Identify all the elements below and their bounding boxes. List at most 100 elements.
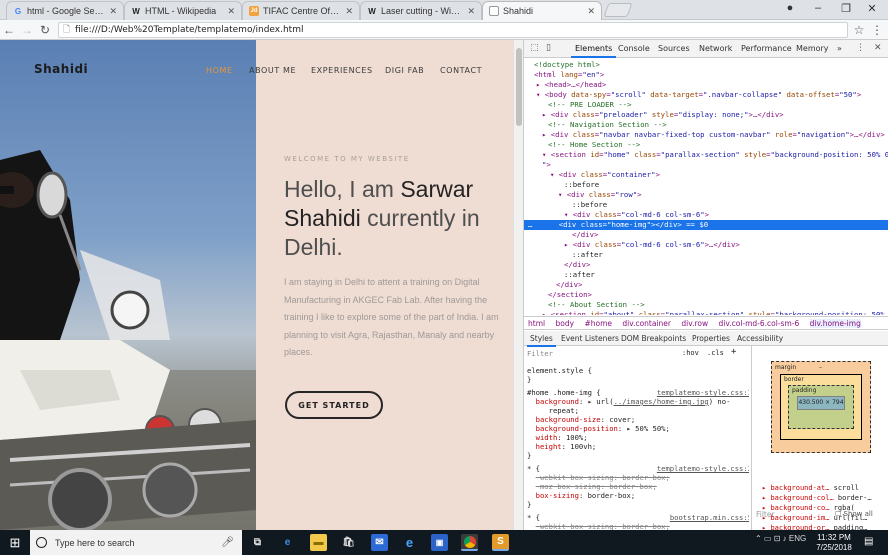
tab-sources[interactable]: Sources (658, 44, 690, 53)
style-rule[interactable]: * { templatemo-style.css:205 (527, 464, 749, 473)
dom-node[interactable]: </section> (524, 290, 888, 300)
dom-node[interactable]: ▾ <div class="col-md-6 col-sm-6"> (524, 210, 888, 220)
style-decl[interactable]: -webkit-box-sizing: border-box; (527, 522, 749, 530)
tab-dom-breakpoints[interactable]: DOM Breakpoints (621, 334, 686, 343)
dom-node[interactable]: <!-- Home Section --> (524, 140, 888, 150)
photos-icon[interactable]: ▣ (431, 534, 448, 551)
crumb-home-img[interactable]: div.home-img (809, 319, 861, 328)
tab-styles[interactable]: Styles (527, 334, 556, 347)
dom-node[interactable]: </div> (524, 230, 888, 240)
computed-property[interactable]: ▸ background-col… border-… (762, 494, 887, 502)
style-decl[interactable]: background-position: ▸ 50% 50%; (527, 424, 749, 433)
crumb-col[interactable]: div.col-md-6.col-sm-6 (719, 319, 800, 328)
dom-node[interactable]: ▸ <div class="col-md-6 col-sm-6">…</div> (524, 240, 888, 250)
edge-icon[interactable]: e (279, 534, 296, 551)
computed-property[interactable]: ▸ background-at… scroll (762, 484, 887, 492)
dom-node[interactable]: ::after (524, 270, 888, 280)
internet-explorer-icon[interactable]: e (401, 534, 418, 551)
menu-dots-icon[interactable]: ⋮ (868, 23, 886, 37)
task-view-icon[interactable]: ⧉ (249, 534, 266, 551)
site-brand[interactable]: Shahidi (34, 62, 88, 76)
close-tab-icon[interactable]: ✕ (345, 6, 353, 17)
dom-node[interactable]: <html lang="en"> (524, 70, 888, 80)
nav-home[interactable]: HOME (206, 66, 233, 75)
hov-toggle[interactable]: :hov (682, 349, 699, 357)
style-decl[interactable]: -moz-box-sizing: border-box; (527, 482, 749, 491)
add-rule-icon[interactable]: + (731, 347, 736, 357)
bookmark-star-icon[interactable]: ☆ (850, 23, 868, 37)
dom-node[interactable]: <!-- About Section --> (524, 300, 888, 310)
crumb-row[interactable]: div.row (681, 319, 708, 328)
dom-node[interactable]: ::after (524, 250, 888, 260)
crumb-container[interactable]: div.container (622, 319, 671, 328)
nav-contact[interactable]: CONTACT (440, 66, 482, 75)
nav-about-me[interactable]: ABOUT ME (249, 66, 296, 75)
dom-node[interactable]: ▾ <div class="row"> (524, 190, 888, 200)
windows-start-icon[interactable]: ⊞ (0, 530, 30, 555)
box-model-content[interactable]: 430.500 × 794 (797, 396, 845, 410)
browser-tab-html-wikipedia[interactable]: W HTML - Wikipedia ✕ (124, 1, 242, 20)
dom-node[interactable]: <!-- Navigation Section --> (524, 120, 888, 130)
style-rule[interactable]: element.style { (527, 366, 749, 375)
style-rule[interactable]: #home .home-img { templatemo-style.css:3… (527, 388, 749, 397)
crumb-body[interactable]: body (555, 319, 574, 328)
dom-node[interactable]: ▾ <body data-spy="scroll" data-target=".… (524, 90, 888, 100)
system-tray[interactable]: ⌃ ▭ ⊡ ♪ ENG (755, 534, 806, 543)
dom-node[interactable]: ▸ <head>…</head> (524, 80, 888, 90)
dom-node[interactable]: ▸ <div class="navbar navbar-fixed-top cu… (524, 130, 888, 140)
computed-property[interactable]: ▸ background-co… rgba( (762, 504, 887, 512)
browser-tab-google[interactable]: G html - Google Search ✕ (6, 1, 124, 20)
dom-node[interactable]: ▾ <div class="container"> (524, 170, 888, 180)
forward-icon[interactable]: → (18, 23, 36, 37)
get-started-button[interactable]: GET STARTED (285, 391, 383, 419)
device-toolbar-icon[interactable]: ▯ (546, 43, 551, 53)
tab-accessibility[interactable]: Accessibility (737, 334, 783, 343)
mail-icon[interactable]: ✉ (371, 534, 388, 551)
close-tab-icon[interactable]: ✕ (227, 6, 235, 17)
tab-event-listeners[interactable]: Event Listeners (561, 334, 619, 343)
profile-icon[interactable]: ● (780, 2, 800, 14)
more-tabs-icon[interactable]: » (837, 44, 842, 53)
dom-node[interactable]: ::before (524, 180, 888, 190)
back-icon[interactable]: ← (0, 23, 18, 37)
dom-node-selected[interactable]: … <div class="home-img"></div> == $0 (524, 220, 888, 230)
dom-node[interactable]: ▸ <div class="preloader" style="display:… (524, 110, 888, 120)
style-decl[interactable]: background-size: cover; (527, 415, 749, 424)
dom-node[interactable]: ▸ <section id="about" class="parallax-se… (524, 310, 888, 315)
close-devtools-icon[interactable]: ✕ (874, 43, 882, 53)
page-scrollbar[interactable] (513, 40, 523, 530)
crumb-html[interactable]: html (528, 319, 545, 328)
tab-memory[interactable]: Memory (796, 44, 829, 53)
dom-node[interactable]: </div> (524, 280, 888, 290)
notifications-icon[interactable]: ▤ (864, 536, 873, 547)
inspect-icon[interactable]: ⬚ (530, 43, 539, 53)
dom-node[interactable]: </div> (524, 260, 888, 270)
crumb-home[interactable]: #home (584, 319, 612, 328)
tab-properties[interactable]: Properties (692, 334, 730, 343)
style-rule[interactable]: * { bootstrap.min.css:5 (527, 513, 749, 522)
scrollbar-thumb[interactable] (516, 48, 522, 126)
close-tab-icon[interactable]: ✕ (587, 6, 595, 17)
maximize-icon[interactable]: ❐ (836, 2, 856, 15)
tab-elements[interactable]: Elements (570, 44, 617, 58)
style-decl[interactable]: box-sizing: border-box; (527, 491, 749, 500)
dom-node[interactable]: <!-- PRE LOADER --> (524, 100, 888, 110)
dom-node[interactable]: <!doctype html> (524, 60, 888, 70)
style-decl[interactable]: background: ▸ url(../images/home-img.jpg… (527, 397, 749, 406)
taskbar-clock[interactable]: 11:32 PM 7/25/2018 (812, 533, 856, 553)
box-model-margin[interactable]: margin – border padding 430.500 × 794 (771, 361, 871, 453)
sublime-text-icon[interactable]: S (492, 534, 509, 551)
tab-console[interactable]: Console (618, 44, 650, 53)
browser-tab-shahidi[interactable]: Shahidi ✕ (482, 1, 602, 20)
microphone-icon[interactable]: 🎤︎ (221, 537, 234, 548)
nav-digi-fab[interactable]: DIGI FAB (385, 66, 424, 75)
browser-tab-tifac[interactable]: Jd TIFAC Centre Of Relevance ✕ (242, 1, 360, 20)
box-model-padding[interactable]: padding 430.500 × 794 (788, 385, 854, 429)
taskbar-search-box[interactable]: Type here to search 🎤︎ (30, 530, 242, 555)
reload-icon[interactable]: ↻ (36, 23, 54, 37)
computed-property[interactable]: ▸ background-im… url(fil… (762, 514, 887, 522)
close-tab-icon[interactable]: ✕ (467, 6, 475, 17)
cls-toggle[interactable]: .cls (707, 349, 724, 357)
style-decl[interactable]: height: 100vh; (527, 442, 749, 451)
browser-tab-laser-cutting[interactable]: W Laser cutting - Wikipedia ✕ (360, 1, 482, 20)
